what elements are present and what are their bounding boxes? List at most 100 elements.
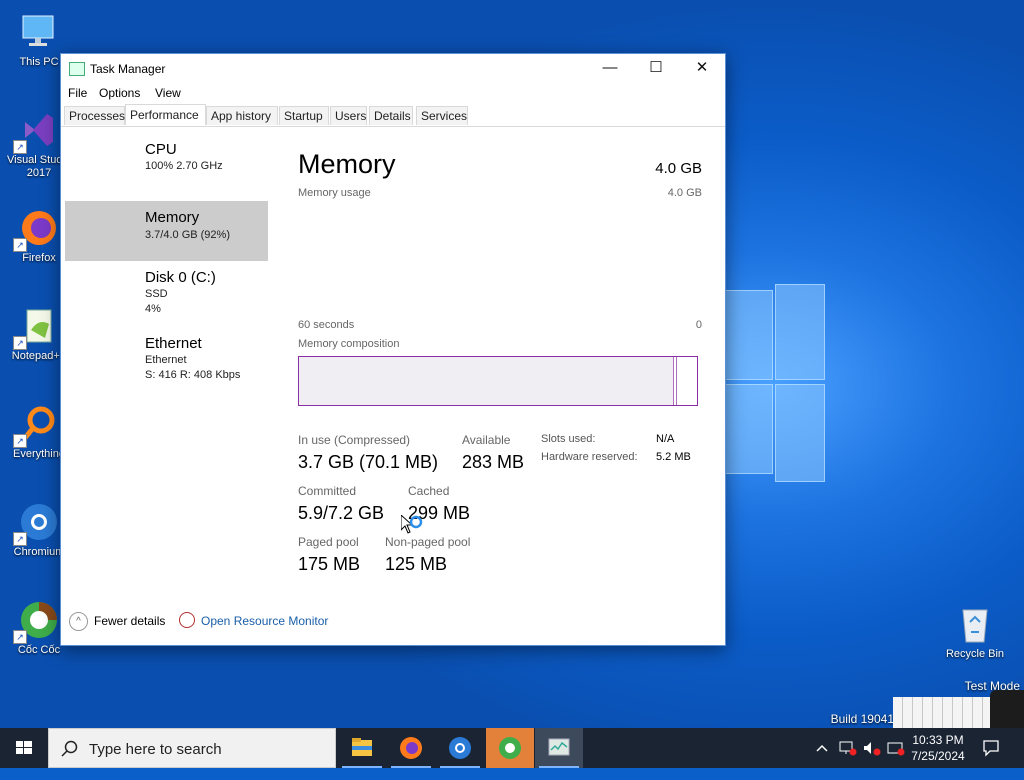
desktop-icon-recycle-bin[interactable]: Recycle Bin bbox=[939, 602, 1011, 660]
resource-monitor-icon bbox=[179, 612, 195, 628]
sidebar-title: Memory bbox=[145, 209, 200, 226]
taskbar-coccoc[interactable] bbox=[486, 728, 534, 768]
taskbar-task-manager[interactable] bbox=[535, 728, 583, 768]
slots-used-label: Slots used: bbox=[541, 433, 596, 445]
clock-date: 7/25/2024 bbox=[911, 749, 965, 763]
hardware-reserved-label: Hardware reserved: bbox=[541, 451, 638, 463]
slots-used-value: N/A bbox=[656, 433, 675, 445]
windows-wallpaper-logo bbox=[725, 284, 825, 482]
sidebar-detail: Ethernet bbox=[145, 354, 187, 366]
clock-time: 10:33 PM bbox=[912, 733, 964, 747]
open-resource-monitor-link[interactable]: Open Resource Monitor bbox=[69, 612, 339, 632]
title-bar[interactable]: Task Manager — ☐ ✕ bbox=[61, 54, 725, 82]
tab-bar: Processes Performance App history Startu… bbox=[61, 104, 725, 127]
tab-services[interactable]: Services bbox=[416, 106, 468, 125]
file-explorer-icon bbox=[352, 738, 372, 756]
taskbar-file-explorer[interactable] bbox=[338, 728, 386, 768]
memory-usage-label: Memory usage bbox=[298, 187, 371, 199]
composition-separator bbox=[676, 357, 677, 405]
sidebar-title: CPU bbox=[145, 141, 177, 158]
sidebar-item-memory[interactable]: Memory 3.7/4.0 GB (92%) bbox=[65, 201, 268, 261]
tab-processes[interactable]: Processes bbox=[64, 106, 125, 125]
busy-cursor-icon bbox=[400, 513, 423, 537]
graph-time-zero: 0 bbox=[695, 319, 702, 331]
tab-details[interactable]: Details bbox=[369, 106, 413, 125]
sidebar-title: Disk 0 (C:) bbox=[145, 269, 216, 286]
footer: ^ Fewer details Open Resource Monitor bbox=[69, 612, 709, 634]
search-icon bbox=[61, 740, 78, 757]
memory-usage-max: 4.0 GB bbox=[667, 187, 702, 199]
taskbar-firefox[interactable] bbox=[387, 728, 435, 768]
available-label: Available bbox=[462, 433, 511, 447]
memory-composition-bar bbox=[298, 356, 698, 406]
volume-tray-button[interactable] bbox=[862, 740, 882, 780]
tab-users[interactable]: Users bbox=[330, 106, 367, 125]
committed-value: 5.9/7.2 GB bbox=[298, 503, 385, 523]
touch-keyboard-icon bbox=[887, 742, 905, 756]
tab-performance[interactable]: Performance bbox=[125, 104, 206, 125]
build-watermark: Build 19041 bbox=[830, 712, 894, 726]
network-tray-button[interactable] bbox=[838, 740, 858, 780]
shortcut-arrow-icon: ↗ bbox=[13, 336, 27, 350]
input-tray-button[interactable] bbox=[886, 740, 906, 780]
sidebar-item-disk[interactable]: Disk 0 (C:) SSD 4% bbox=[65, 269, 268, 329]
task-manager-icon bbox=[548, 738, 570, 756]
shortcut-arrow-icon: ↗ bbox=[13, 434, 27, 448]
recycle-bin-icon bbox=[953, 602, 997, 646]
visual-studio-icon: ↗ bbox=[13, 108, 61, 154]
sidebar-detail: S: 416 R: 408 Kbps bbox=[145, 369, 241, 381]
notification-icon bbox=[983, 740, 999, 757]
notepadpp-icon: ↗ bbox=[13, 304, 61, 350]
hardware-reserved-value: 5.2 MB bbox=[656, 451, 691, 463]
search-box[interactable]: Type here to search bbox=[48, 728, 336, 768]
composition-in-use bbox=[299, 357, 674, 405]
network-error-icon bbox=[839, 741, 857, 756]
sidebar-detail: 100% 2.70 GHz bbox=[145, 160, 223, 172]
computer-icon bbox=[17, 10, 61, 54]
thumbnail-strip bbox=[893, 697, 990, 728]
taskbar-clock[interactable]: 10:33 PM 7/25/2024 bbox=[905, 732, 971, 764]
notifications-button[interactable] bbox=[982, 739, 1000, 779]
menu-options[interactable]: Options bbox=[99, 86, 140, 100]
sidebar-title: Ethernet bbox=[145, 335, 202, 352]
taskbar: Type here to search 10:33 PM 7/25/2024 bbox=[0, 728, 1024, 768]
memory-usage-graph bbox=[298, 204, 698, 316]
windows-icon bbox=[16, 741, 32, 754]
shortcut-arrow-icon: ↗ bbox=[13, 140, 27, 154]
graph-time-label: 60 seconds bbox=[298, 319, 355, 331]
minimize-button[interactable]: — bbox=[587, 54, 633, 82]
shortcut-arrow-icon: ↗ bbox=[13, 532, 27, 546]
close-button[interactable]: ✕ bbox=[679, 54, 725, 82]
tab-app-history[interactable]: App history bbox=[206, 106, 278, 125]
maximize-button[interactable]: ☐ bbox=[633, 54, 679, 82]
memory-composition-label: Memory composition bbox=[298, 338, 400, 350]
chevron-up-icon bbox=[816, 744, 828, 752]
memory-total: 4.0 GB bbox=[655, 160, 702, 177]
available-value: 283 MB bbox=[462, 452, 525, 472]
firefox-icon: ↗ bbox=[13, 206, 61, 252]
menu-bar: File Options View bbox=[61, 82, 725, 104]
shortcut-arrow-icon: ↗ bbox=[13, 238, 27, 252]
everything-icon: ↗ bbox=[13, 402, 61, 448]
coccoc-icon: ↗ bbox=[13, 598, 61, 644]
shortcut-arrow-icon: ↗ bbox=[13, 630, 27, 644]
coccoc-icon bbox=[499, 737, 521, 759]
in-use-value: 3.7 GB (70.1 MB) bbox=[298, 452, 439, 472]
sidebar-item-ethernet[interactable]: Ethernet Ethernet S: 416 R: 408 Kbps bbox=[65, 335, 268, 395]
in-use-label: In use (Compressed) bbox=[298, 433, 411, 447]
thumbnail-dark bbox=[990, 690, 1024, 728]
window-title: Task Manager bbox=[90, 62, 166, 76]
show-hidden-icons-button[interactable] bbox=[814, 740, 830, 780]
start-button[interactable] bbox=[0, 728, 48, 768]
menu-view[interactable]: View bbox=[155, 86, 181, 100]
firefox-icon bbox=[400, 737, 422, 759]
non-paged-pool-value: 125 MB bbox=[385, 554, 448, 574]
taskbar-chromium[interactable] bbox=[436, 728, 484, 768]
paged-pool-label: Paged pool bbox=[298, 535, 359, 549]
task-manager-window: Task Manager — ☐ ✕ File Options View Pro… bbox=[60, 53, 726, 646]
committed-label: Committed bbox=[298, 484, 357, 498]
tab-startup[interactable]: Startup bbox=[279, 106, 329, 125]
menu-file[interactable]: File bbox=[68, 86, 87, 100]
page-title: Memory bbox=[298, 149, 396, 179]
sidebar-item-cpu[interactable]: CPU 100% 2.70 GHz bbox=[65, 141, 268, 201]
